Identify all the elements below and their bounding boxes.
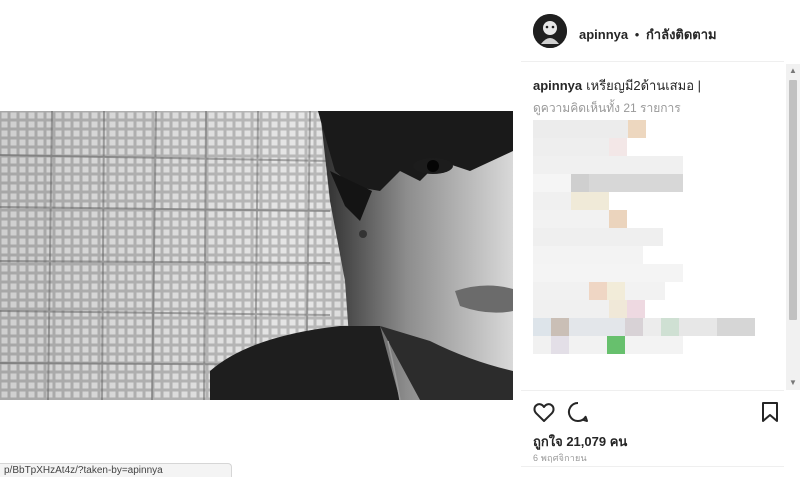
caption-text: เหรียญมี2ด้านเสมอ | <box>586 78 701 93</box>
post-media-area: p/BbTpXHzAt4z/?taken-by=apinnya <box>0 0 520 477</box>
chevron-down-icon[interactable]: ▼ <box>786 376 800 390</box>
comments-scrollbar[interactable]: ▲ ▼ <box>786 64 800 390</box>
divider <box>521 466 784 467</box>
post-photo[interactable] <box>0 111 513 400</box>
header-separator: • <box>634 27 640 42</box>
follow-status-button[interactable]: กำลังติดตาม <box>646 27 717 42</box>
avatar-icon <box>533 14 567 48</box>
post-sidebar: apinnya • กำลังติดตาม apinnya เหรียญมี2ด้… <box>521 0 800 477</box>
bookmark-icon[interactable] <box>758 400 782 424</box>
caption-username[interactable]: apinnya <box>533 78 582 93</box>
post-date: 6 พฤศจิกายน <box>533 453 587 463</box>
chevron-up-icon[interactable]: ▲ <box>786 64 800 78</box>
caption: apinnya เหรียญมี2ด้านเสมอ | <box>533 75 701 96</box>
avatar[interactable] <box>533 14 567 48</box>
header-username[interactable]: apinnya <box>579 27 628 42</box>
comment-icon[interactable] <box>566 400 590 424</box>
heart-icon[interactable] <box>532 400 556 424</box>
photo-image <box>0 111 513 400</box>
post-actions: ถูกใจ 21,079 คน 6 พฤศจิกายน <box>521 390 784 477</box>
comments-section: apinnya เหรียญมี2ด้านเสมอ | ดูความคิดเห็น… <box>521 62 784 389</box>
post-header: apinnya • กำลังติดตาม <box>521 0 784 62</box>
scrollbar-thumb[interactable] <box>789 80 797 320</box>
view-all-comments-link[interactable]: ดูความคิดเห็นทั้ง 21 รายการ <box>533 99 681 118</box>
like-count[interactable]: ถูกใจ 21,079 คน <box>533 431 627 452</box>
blurred-comments <box>533 120 773 384</box>
status-bar-url: p/BbTpXHzAt4z/?taken-by=apinnya <box>0 463 232 477</box>
